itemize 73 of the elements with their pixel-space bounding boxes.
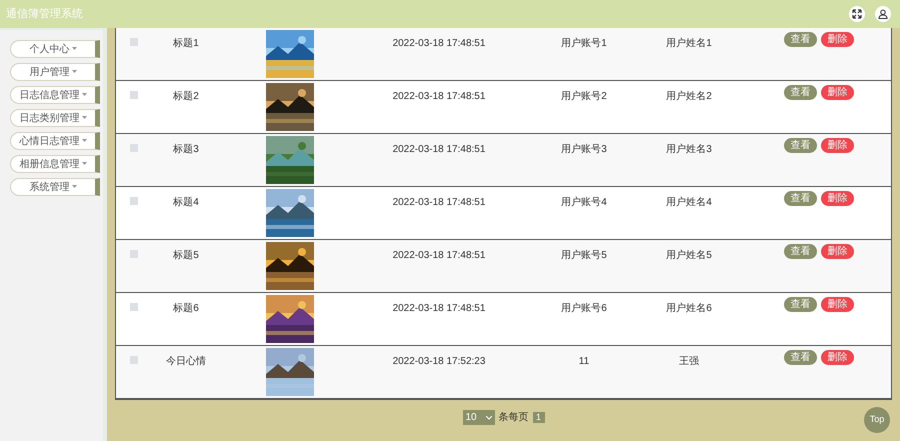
delete-button[interactable]: 删除 — [821, 191, 854, 206]
row-checkbox[interactable] — [130, 144, 138, 152]
table-cell-text: 用户账号5 — [561, 248, 607, 263]
table-cell-text: 2022-03-18 17:48:51 — [392, 143, 486, 157]
table-cell-text: 用户账号1 — [561, 36, 607, 51]
menu-item[interactable]: 日志类别管理 — [10, 109, 100, 127]
view-button[interactable]: 查看 — [784, 244, 817, 259]
menu-item[interactable]: 日志信息管理 — [10, 86, 100, 104]
table-cell-text: 用户姓名5 — [666, 248, 712, 263]
table-cell-text: 用户姓名2 — [666, 90, 712, 104]
table-cell-text: 标题1 — [173, 36, 199, 51]
menu-item[interactable]: 系统管理 — [10, 178, 100, 196]
menu-item[interactable]: 用户管理 — [10, 63, 100, 81]
view-button[interactable]: 查看 — [784, 191, 817, 206]
table-cell-text: 用户姓名3 — [666, 142, 712, 157]
caret-icon — [82, 93, 86, 97]
table-cell-text: 2022-03-18 17:48:51 — [392, 249, 486, 263]
delete-button[interactable]: 删除 — [821, 297, 854, 312]
delete-button[interactable]: 删除 — [821, 244, 854, 259]
table-cell-text: 2022-03-18 17:48:51 — [392, 90, 486, 104]
table-cell-text: 2022-03-18 17:48:51 — [392, 196, 486, 210]
table-cell-text: 用户姓名6 — [666, 302, 712, 316]
row-checkbox[interactable] — [130, 356, 138, 364]
delete-button[interactable]: 删除 — [821, 32, 854, 47]
table-cell-text: 王强 — [679, 355, 699, 369]
caret-icon — [82, 162, 86, 166]
row-checkbox[interactable] — [130, 250, 138, 258]
row-checkbox[interactable] — [130, 38, 138, 46]
page-button[interactable]: 1 — [532, 412, 544, 423]
table-cell-text: 2022-03-18 17:52:23 — [392, 355, 486, 369]
table-cell-text: 标题2 — [173, 90, 199, 104]
menu-item[interactable]: 相册信息管理 — [10, 155, 100, 173]
table-cell-text: 11 — [578, 355, 590, 369]
delete-button[interactable]: 删除 — [821, 350, 854, 365]
table-cell-text: 用户账号3 — [561, 142, 607, 157]
page-size-select[interactable]: 10 — [462, 410, 494, 425]
table-cell-text: 标题3 — [173, 142, 199, 157]
menu-item[interactable]: 心情日志管理 — [10, 132, 100, 150]
caret-icon — [72, 47, 76, 51]
delete-button[interactable]: 删除 — [821, 85, 854, 100]
back-to-top-button[interactable]: Top — [864, 407, 890, 433]
table-cell-text: 用户姓名1 — [666, 36, 712, 51]
expand-icon — [852, 9, 862, 19]
chevron-down-icon — [486, 416, 492, 420]
view-button[interactable]: 查看 — [784, 85, 817, 100]
user-button[interactable] — [875, 6, 891, 22]
table-cell-text: 标题4 — [173, 196, 199, 210]
view-button[interactable]: 查看 — [784, 32, 817, 47]
row-checkbox[interactable] — [130, 91, 138, 99]
caret-icon — [82, 139, 86, 143]
menu-item[interactable]: 个人中心 — [10, 40, 100, 58]
table-cell-text: 标题6 — [173, 302, 199, 316]
row-checkbox[interactable] — [130, 303, 138, 311]
table-cell-text: 用户账号6 — [561, 302, 607, 316]
app-title: 通信簿管理系统 — [6, 6, 83, 22]
table-cell-text: 用户姓名4 — [666, 196, 712, 210]
caret-icon — [72, 185, 76, 189]
delete-button[interactable]: 删除 — [821, 138, 854, 153]
user-icon — [878, 9, 888, 19]
table-cell-text: 用户账号2 — [561, 90, 607, 104]
table-cell-text: 标题5 — [173, 248, 199, 263]
table-cell-text: 用户账号4 — [561, 196, 607, 210]
caret-icon — [72, 70, 76, 74]
view-button[interactable]: 查看 — [784, 297, 817, 312]
view-button[interactable]: 查看 — [784, 350, 817, 365]
table-cell-text: 今日心情 — [166, 354, 206, 369]
table-cell-text: 2022-03-18 17:48:51 — [392, 37, 486, 51]
fullscreen-button[interactable] — [849, 6, 865, 22]
row-checkbox[interactable] — [130, 197, 138, 205]
page-size-label: 条每页 — [498, 411, 528, 425]
table-cell-text: 2022-03-18 17:48:51 — [392, 302, 486, 316]
view-button[interactable]: 查看 — [784, 138, 817, 153]
caret-icon — [82, 116, 86, 120]
